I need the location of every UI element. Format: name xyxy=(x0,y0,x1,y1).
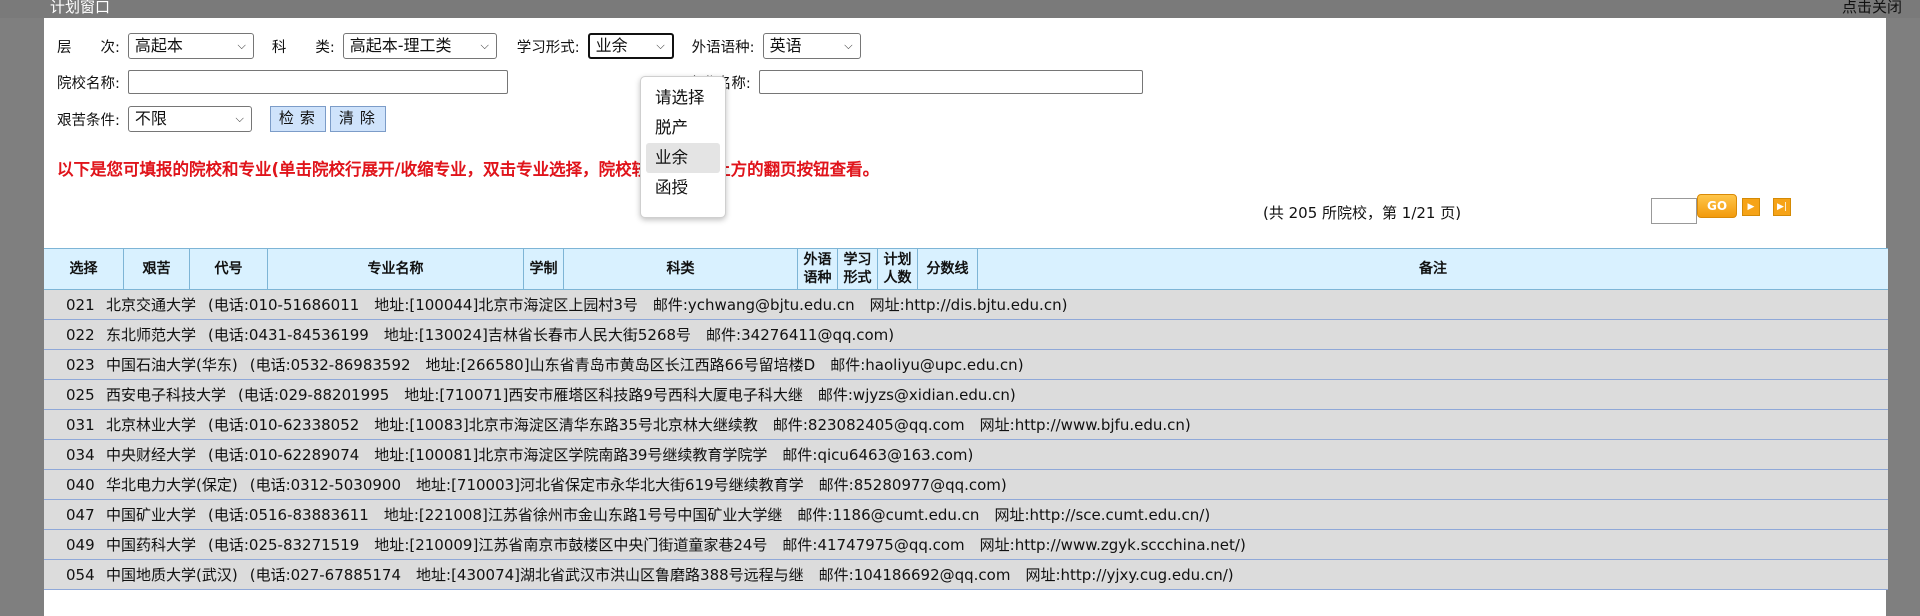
school-list: 021 北京交通大学 (电话:010-51686011 地址:[100044]北京市… xyxy=(44,290,1888,590)
chevron-down-icon: ⌵ xyxy=(237,39,246,52)
clear-button[interactable]: 清除 xyxy=(329,106,386,132)
table-row[interactable]: 047 中国矿业大学 (电话:0516-83883611 地址:[221008]江苏… xyxy=(44,500,1888,530)
col-score: 分数线 xyxy=(918,249,978,289)
col-major: 专业名称 xyxy=(268,249,524,289)
table-row[interactable]: 023 中国石油大学(华东) (电话:0532-86983592 地址:[26658… xyxy=(44,350,1888,380)
dropdown-option[interactable]: 脱产 xyxy=(646,113,720,143)
filter-row-1: 层 次: 高起本 ⌵ 科 类: 高起本-理工类 ⌵ 学习形式: 业余 ⌵ 外语语种: … xyxy=(57,32,861,60)
study-form-dropdown: 请选择 脱产 业余 函授 xyxy=(640,76,726,218)
table-row[interactable]: 034 中央财经大学 (电话:010-62289074 地址:[100081]北京市… xyxy=(44,440,1888,470)
col-category: 科类 xyxy=(564,249,798,289)
col-form: 学习形式 xyxy=(838,249,878,289)
study-form-value: 业余 xyxy=(595,36,628,55)
go-button[interactable]: GO xyxy=(1697,194,1737,218)
subject-value: 高起本-理工类 xyxy=(349,36,452,55)
table-row[interactable]: 025 西安电子科技大学 (电话:029-88201995 地址:[710071]西… xyxy=(44,380,1888,410)
major-input[interactable] xyxy=(758,70,1143,94)
table-row[interactable]: 054 中国地质大学(武汉) (电话:027-67885174 地址:[430074… xyxy=(44,560,1888,590)
col-years: 学制 xyxy=(524,249,564,289)
chevron-down-icon: ⌵ xyxy=(656,39,665,52)
language-value: 英语 xyxy=(769,36,802,55)
subject-label: 科 类: xyxy=(271,39,335,56)
chevron-down-icon: ⌵ xyxy=(480,39,489,52)
hardship-select[interactable]: 不限 ⌵ xyxy=(127,106,252,132)
language-label: 外语语种: xyxy=(691,39,755,56)
pager-info: (共 205 所院校，第 1/21 页) xyxy=(1263,204,1462,222)
last-page-icon[interactable]: ▶| xyxy=(1773,198,1791,216)
col-select: 选择 xyxy=(44,249,124,289)
language-select[interactable]: 英语 ⌵ xyxy=(762,33,861,59)
close-link[interactable]: 点击关闭 xyxy=(1842,0,1902,16)
notice-text: 以下是您可填报的院校和专业(单击院校行展开/收缩专业，双击专业选择，院校较多可用… xyxy=(57,160,880,179)
next-page-icon[interactable]: ▶ xyxy=(1742,198,1760,216)
level-select[interactable]: 高起本 ⌵ xyxy=(127,33,254,59)
filter-row-3: 艰苦条件: 不限 ⌵ 检索 清除 xyxy=(57,105,386,133)
hardship-label: 艰苦条件: xyxy=(57,112,120,129)
study-form-select[interactable]: 业余 ⌵ xyxy=(587,33,674,59)
dropdown-option-selected[interactable]: 业余 xyxy=(646,143,720,173)
level-label: 层 次: xyxy=(57,39,120,56)
col-hardship: 艰苦 xyxy=(124,249,190,289)
chevron-down-icon: ⌵ xyxy=(844,39,853,52)
study-form-label: 学习形式: xyxy=(516,39,580,56)
table-row[interactable]: 021 北京交通大学 (电话:010-51686011 地址:[100044]北京市… xyxy=(44,290,1888,320)
dropdown-option[interactable]: 函授 xyxy=(646,173,720,203)
chevron-down-icon: ⌵ xyxy=(235,112,244,125)
filter-row-2: 院校名称: 专业名称: xyxy=(57,68,1143,96)
table-row[interactable]: 031 北京林业大学 (电话:010-62338052 地址:[10083]北京市海… xyxy=(44,410,1888,440)
hardship-value: 不限 xyxy=(134,109,167,128)
col-plan: 计划人数 xyxy=(878,249,918,289)
col-remark: 备注 xyxy=(1419,261,1447,277)
school-label: 院校名称: xyxy=(57,75,120,92)
level-value: 高起本 xyxy=(134,36,183,55)
table-row[interactable]: 040 华北电力大学(保定) (电话:0312-5030900 地址:[710003… xyxy=(44,470,1888,500)
search-button[interactable]: 检索 xyxy=(269,106,326,132)
page-number-input[interactable] xyxy=(1651,198,1697,224)
plan-window: 层 次: 高起本 ⌵ 科 类: 高起本-理工类 ⌵ 学习形式: 业余 ⌵ 外语语种: … xyxy=(44,18,1888,616)
window-title: 计划窗口 xyxy=(50,0,111,16)
school-input[interactable] xyxy=(127,70,508,94)
dropdown-option[interactable]: 请选择 xyxy=(646,83,720,113)
col-code: 代号 xyxy=(190,249,268,289)
table-row[interactable]: 022 东北师范大学 (电话:0431-84536199 地址:[130024]吉林… xyxy=(44,320,1888,350)
window-titlebar: 计划窗口 点击关闭 xyxy=(0,0,1920,18)
table-header: 选择 艰苦 代号 专业名称 学制 科类 外语语种 学习形式 计划人数 分数线 备… xyxy=(44,248,1888,290)
col-language: 外语语种 xyxy=(798,249,838,289)
table-row[interactable]: 049 中国药科大学 (电话:025-83271519 地址:[210009]江苏省… xyxy=(44,530,1888,560)
subject-select[interactable]: 高起本-理工类 ⌵ xyxy=(342,33,497,59)
